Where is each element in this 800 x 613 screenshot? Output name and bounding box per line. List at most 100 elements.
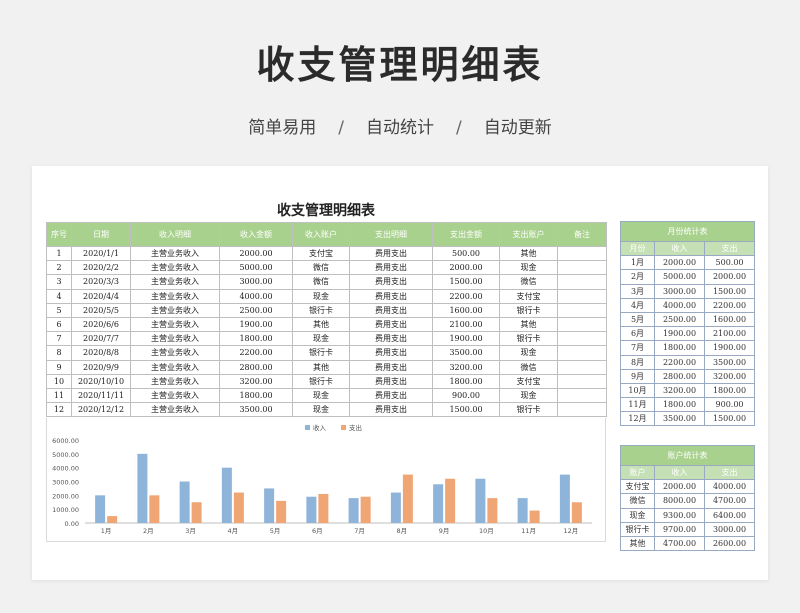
expense-bar — [318, 493, 329, 523]
income-bar — [475, 478, 486, 523]
table-cell: 2100.00 — [432, 316, 500, 333]
table-row: 银行卡 9700.00 3000.00 — [620, 521, 756, 537]
hero-title: 收支管理明细表 — [256, 43, 544, 87]
table-row: 6月 1900.00 2100.00 — [620, 326, 756, 342]
income-bar — [433, 484, 444, 523]
table-cell: 现金 — [292, 402, 350, 418]
table-cell — [557, 274, 607, 290]
x-tick-label: 10月 — [479, 527, 494, 535]
table-cell: 主营业务收入 — [130, 288, 220, 304]
table-cell: 1800.00 — [219, 331, 293, 347]
table-cell: 4000.00 — [703, 479, 756, 495]
table-row: 6 2020/6/6 主营业务收入 1900.00 其他 费用支出 2100.00 其他 — [46, 316, 607, 333]
table-cell — [557, 402, 607, 418]
column-header: 备注 — [557, 222, 607, 247]
spreadsheet-preview: 收支管理明细表 序号 日期 收入明细 收入金额 收入账户 支出明细 支出金额 支出账户 备注 1… — [32, 166, 768, 580]
expense-bar — [360, 496, 371, 523]
table-cell: 1900.00 — [219, 316, 293, 333]
table-cell: 2100.00 — [703, 326, 756, 342]
table-cell — [557, 359, 607, 375]
table-cell: 其他 — [499, 316, 558, 333]
table-row: 其他 4700.00 2600.00 — [620, 535, 756, 552]
monthly-stats-caption: 月份统计表 — [619, 221, 756, 242]
legend-label: 收入 — [313, 423, 327, 432]
table-cell: 2000.00 — [219, 245, 293, 262]
separator: / — [456, 118, 462, 138]
table-cell: 2020/6/6 — [71, 316, 131, 333]
column-header: 支出 — [703, 464, 756, 481]
table-cell: 8000.00 — [654, 493, 705, 509]
table-cell: 现金 — [292, 387, 350, 404]
table-cell: 现金 — [499, 387, 558, 404]
table-cell: 2020/2/2 — [71, 260, 131, 276]
column-header: 支出明细 — [349, 222, 433, 247]
table-cell: 2200.00 — [432, 288, 500, 304]
table-cell: 1500.00 — [432, 274, 500, 290]
x-tick-label: 12月 — [563, 527, 578, 535]
table-cell: 3 — [46, 274, 72, 290]
table-row: 10月 3200.00 1800.00 — [620, 382, 756, 399]
table-cell — [557, 345, 607, 361]
table-cell: 11月 — [620, 397, 655, 413]
table-cell: 银行卡 — [292, 373, 350, 389]
table-cell: 1900.00 — [432, 331, 500, 347]
column-header: 收入账户 — [292, 222, 350, 247]
table-cell: 2 — [46, 260, 72, 276]
table-cell: 10 — [46, 373, 72, 389]
expense-bar — [445, 478, 456, 523]
table-row: 1 2020/1/1 主营业务收入 2000.00 支付宝 费用支出 500.00 其他 — [46, 245, 607, 262]
separator: / — [338, 118, 344, 138]
table-cell: 费用支出 — [349, 260, 433, 276]
table-row: 5月 2500.00 1600.00 — [620, 311, 756, 328]
table-cell — [557, 245, 607, 262]
table-cell: 2200.00 — [703, 297, 756, 313]
table-cell: 3200.00 — [219, 373, 293, 389]
table-row: 3月 3000.00 1500.00 — [620, 283, 756, 299]
table-row: 12 2020/12/12 主营业务收入 3500.00 现金 费用支出 1500.00 银行… — [46, 402, 607, 418]
x-tick-label: 11月 — [521, 527, 536, 535]
table-cell: 3月 — [620, 283, 655, 299]
legend-swatch-expense — [341, 425, 346, 430]
table-cell: 2600.00 — [703, 535, 756, 552]
table-row: 现金 9300.00 6400.00 — [620, 507, 756, 523]
table-cell: 2200.00 — [654, 354, 705, 370]
table-cell: 900.00 — [703, 397, 756, 413]
table-cell: 其他 — [292, 359, 350, 375]
table-cell: 主营业务收入 — [130, 260, 220, 276]
y-tick-label: 4000.00 — [52, 465, 79, 473]
table-cell: 2020/4/4 — [71, 288, 131, 304]
table-row: 微信 8000.00 4700.00 — [620, 493, 756, 509]
subtitle-auto-update: 自动更新 — [483, 118, 552, 138]
subtitle-auto-stats: 自动统计 — [366, 118, 434, 138]
table-cell: 1900.00 — [654, 326, 705, 342]
expense-bar — [233, 492, 244, 523]
table-cell: 2020/7/7 — [71, 331, 131, 347]
table-cell: 9月 — [620, 368, 655, 384]
income-bar — [306, 496, 317, 523]
y-tick-label: 5000.00 — [52, 451, 79, 459]
table-row: 11 2020/11/11 主营业务收入 1800.00 现金 费用支出 900.00 现金 — [46, 387, 607, 404]
table-cell: 银行卡 — [620, 521, 655, 537]
table-cell: 1 — [46, 245, 72, 262]
y-tick-label: 0.00 — [65, 520, 79, 528]
table-row: 9月 2800.00 3200.00 — [620, 368, 756, 384]
table-cell: 现金 — [499, 260, 558, 276]
table-cell: 费用支出 — [349, 387, 433, 404]
table-row: 1月 2000.00 500.00 — [620, 255, 756, 271]
table-cell: 支付宝 — [620, 479, 655, 495]
account-stats-caption: 账户统计表 — [619, 445, 756, 466]
income-expense-chart: 0.00 1000.00 2000.00 3000.00 4000.00 5000.00 6… — [46, 418, 606, 542]
table-cell: 4 — [46, 288, 72, 304]
table-cell: 6月 — [620, 326, 655, 342]
x-tick-label: 3月 — [185, 527, 196, 535]
table-cell: 2000.00 — [654, 255, 705, 271]
table-cell: 2000.00 — [432, 260, 500, 276]
table-cell: 9300.00 — [654, 507, 705, 523]
income-bar — [264, 488, 275, 523]
table-cell: 主营业务收入 — [130, 331, 220, 347]
table-cell: 5000.00 — [219, 260, 293, 276]
table-cell: 8月 — [620, 354, 655, 370]
table-cell: 4月 — [620, 297, 655, 313]
table-cell: 2月 — [620, 269, 655, 285]
column-header: 日期 — [71, 222, 131, 247]
